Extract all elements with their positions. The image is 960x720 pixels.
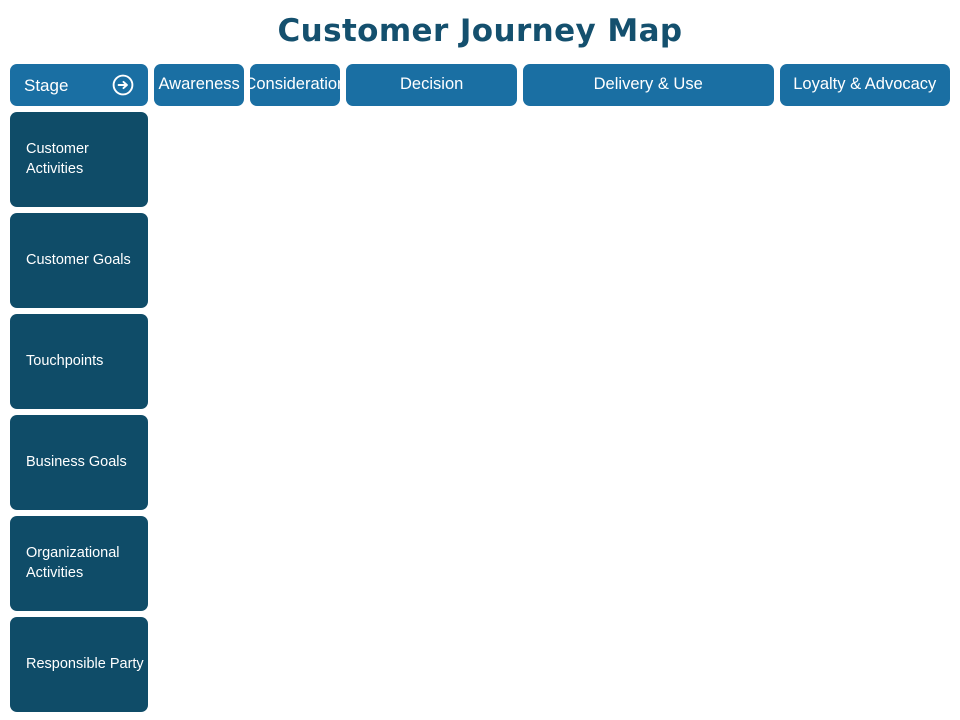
matrix-row: Responsible Party <box>10 617 950 712</box>
stage-header-label: Stage <box>24 75 69 95</box>
row-cells <box>154 415 950 510</box>
matrix-row: Customer Activities <box>10 112 950 207</box>
row-cells <box>154 213 950 308</box>
row-label-organizational-activities[interactable]: Organizational Activities <box>10 516 148 611</box>
matrix-row: Touchpoints <box>10 314 950 409</box>
row-label-business-goals[interactable]: Business Goals <box>10 415 148 510</box>
matrix-row: Business Goals <box>10 415 950 510</box>
stage-header-consideration[interactable]: Consideration <box>244 64 346 106</box>
matrix-row: Customer Goals <box>10 213 950 308</box>
page-title: Customer Journey Map <box>277 13 683 49</box>
row-label-customer-goals[interactable]: Customer Goals <box>10 213 148 308</box>
row-cells <box>154 314 950 409</box>
stage-header-loyalty-advocacy[interactable]: Loyalty & Advocacy <box>779 64 950 106</box>
journey-matrix: Stage Awareness Consideration Decision Deli… <box>10 64 950 712</box>
row-label-responsible-party[interactable]: Responsible Party <box>10 617 148 712</box>
stage-header-delivery-use[interactable]: Delivery & Use <box>522 64 774 106</box>
matrix-header-row: Stage Awareness Consideration Decision Deli… <box>10 64 950 106</box>
row-cells <box>154 516 950 611</box>
stage-header-decision[interactable]: Decision <box>346 64 517 106</box>
page-title-container: Customer Journey Map <box>0 8 960 54</box>
stage-headers: Awareness Consideration Decision Delivery &… <box>154 64 950 106</box>
matrix-row: Organizational Activities <box>10 516 950 611</box>
customer-journey-map-page: Customer Journey Map Stage Awareness Cons… <box>0 0 960 720</box>
matrix-body: Customer Activities Customer Goals Touchpo… <box>10 112 950 712</box>
stage-header-cell[interactable]: Stage <box>10 64 148 106</box>
row-label-customer-activities[interactable]: Customer Activities <box>10 112 148 207</box>
row-cells <box>154 112 950 207</box>
row-cells <box>154 617 950 712</box>
stage-header-awareness[interactable]: Awareness <box>154 64 245 106</box>
row-label-touchpoints[interactable]: Touchpoints <box>10 314 148 409</box>
arrow-right-circle-icon <box>111 73 135 97</box>
